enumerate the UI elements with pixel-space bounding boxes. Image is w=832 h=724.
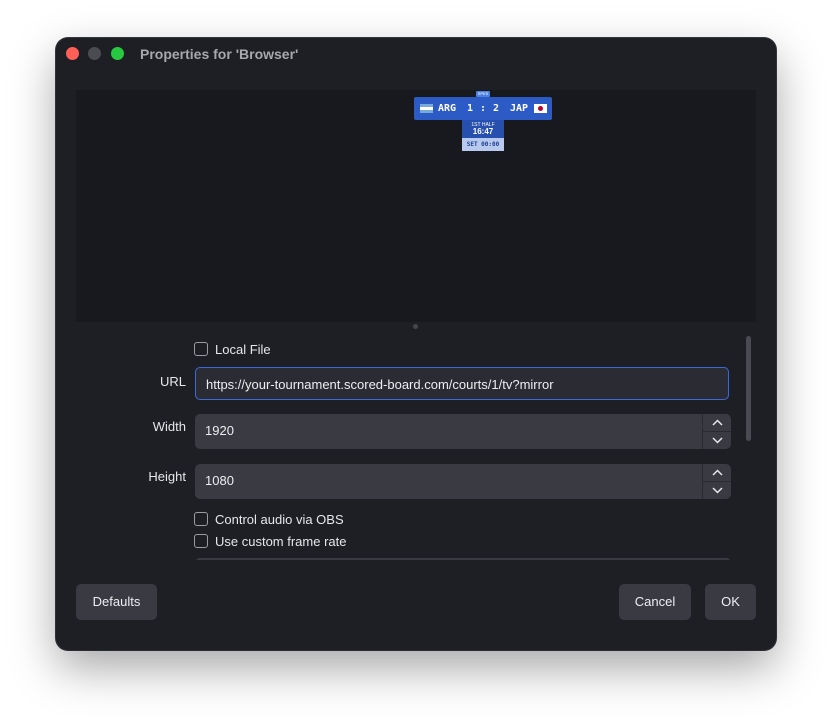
- height-stepper-buttons: [702, 464, 731, 499]
- title-bar[interactable]: Properties for 'Browser': [56, 38, 776, 72]
- window-title: Properties for 'Browser': [140, 46, 299, 62]
- properties-form: Local File URL https://your-tournament.s…: [56, 334, 746, 560]
- control-audio-label: Control audio via OBS: [215, 511, 344, 527]
- japan-flag-icon: [534, 104, 547, 113]
- custom-frame-rate-checkbox[interactable]: [194, 534, 208, 548]
- width-decrement-button[interactable]: [703, 431, 731, 449]
- clock-time: 16:47: [472, 127, 494, 136]
- scoreboard-clock: 1ST HALF 16:47: [462, 120, 504, 138]
- defaults-button[interactable]: Defaults: [76, 584, 157, 620]
- next-field-partial[interactable]: [195, 558, 731, 560]
- properties-window: Properties for 'Browser' SPES ARG 1 : 2 …: [56, 38, 776, 650]
- control-audio-checkbox[interactable]: [194, 512, 208, 526]
- local-file-checkbox[interactable]: [194, 342, 208, 356]
- chevron-up-icon: [711, 419, 723, 426]
- width-stepper[interactable]: 1920: [195, 414, 731, 449]
- close-icon[interactable]: [66, 47, 79, 60]
- custom-frame-rate-row[interactable]: Use custom frame rate: [194, 533, 347, 549]
- team2-score: 2: [493, 103, 500, 114]
- team2-name: JAP: [510, 103, 529, 114]
- team1-name: ARG: [438, 103, 457, 114]
- height-value[interactable]: 1080: [205, 473, 234, 488]
- maximize-icon[interactable]: [111, 47, 124, 60]
- browser-preview: SPES ARG 1 : 2 JAP 1ST HALF 16:47 SET 00…: [76, 90, 756, 322]
- argentina-flag-icon: [420, 104, 433, 113]
- control-audio-row[interactable]: Control audio via OBS: [194, 511, 344, 527]
- height-stepper[interactable]: 1080: [195, 464, 731, 499]
- scrollbar-thumb[interactable]: [746, 336, 751, 441]
- score-separator: :: [480, 103, 487, 114]
- cancel-button[interactable]: Cancel: [619, 584, 691, 620]
- team1-score: 1: [467, 103, 474, 114]
- chevron-up-icon: [711, 469, 723, 476]
- set-timer: SET 00:00: [462, 138, 504, 151]
- height-increment-button[interactable]: [703, 464, 731, 481]
- url-label: URL: [159, 374, 186, 389]
- height-decrement-button[interactable]: [703, 481, 731, 499]
- width-increment-button[interactable]: [703, 414, 731, 431]
- local-file-row[interactable]: Local File: [194, 341, 271, 357]
- chevron-down-icon: [711, 487, 723, 494]
- scoreboard: ARG 1 : 2 JAP: [414, 97, 552, 120]
- local-file-label: Local File: [215, 341, 271, 357]
- width-stepper-buttons: [702, 414, 731, 449]
- splitter-handle[interactable]: [413, 324, 418, 329]
- width-label: Width: [152, 419, 186, 434]
- minimize-icon[interactable]: [88, 47, 101, 60]
- height-label: Height: [148, 469, 186, 484]
- url-input[interactable]: https://your-tournament.scored-board.com…: [195, 367, 729, 400]
- chevron-down-icon: [711, 437, 723, 444]
- width-value[interactable]: 1920: [205, 423, 234, 438]
- custom-frame-rate-label: Use custom frame rate: [215, 533, 347, 549]
- ok-button[interactable]: OK: [705, 584, 756, 620]
- form-scrollbar[interactable]: [745, 334, 753, 560]
